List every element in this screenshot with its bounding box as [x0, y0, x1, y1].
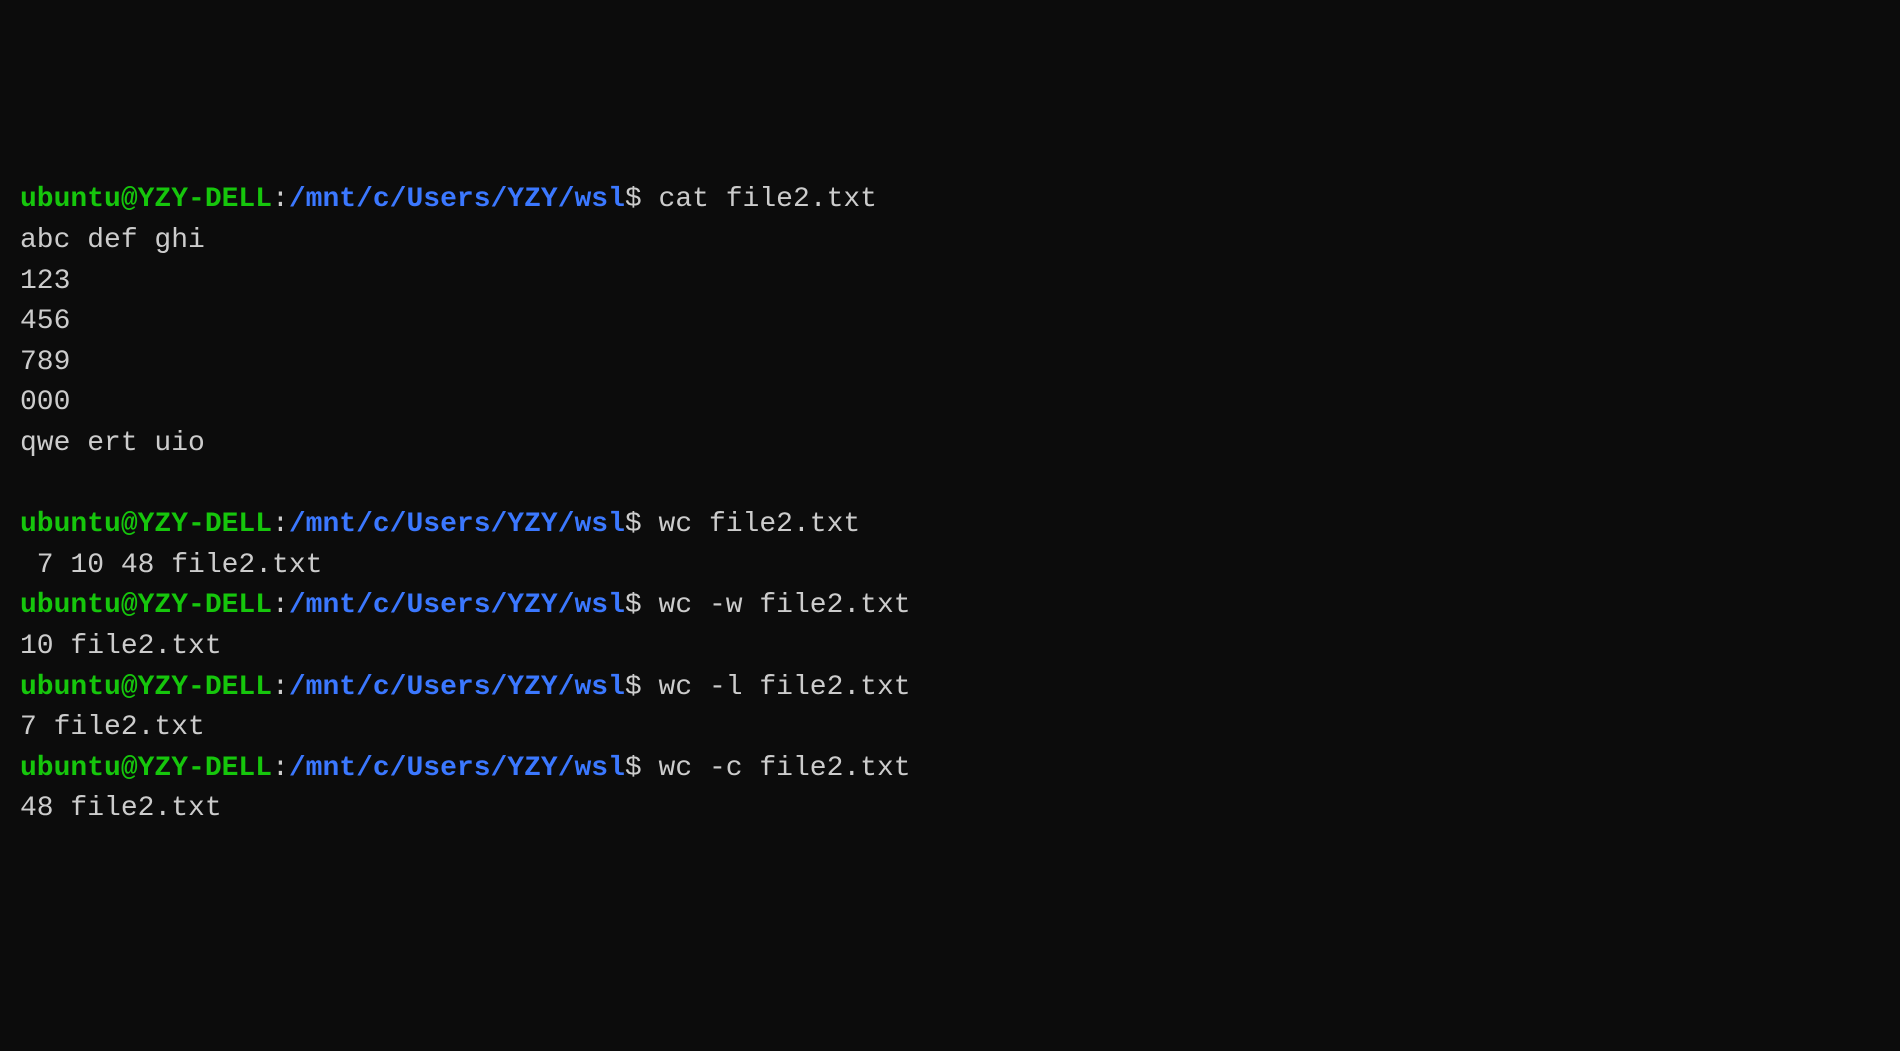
prompt-dollar: $ — [625, 672, 642, 703]
prompt-colon: : — [272, 672, 289, 703]
command-text: wc -w file2.txt — [642, 590, 911, 621]
prompt-path: /mnt/c/Users/YZY/wsl — [289, 590, 625, 621]
output-text: 456 — [20, 306, 70, 337]
terminal-line: 456 — [20, 302, 1880, 343]
command-text: wc file2.txt — [642, 509, 860, 540]
command-text: cat file2.txt — [642, 184, 877, 215]
prompt-dollar: $ — [625, 184, 642, 215]
command-text: wc -c file2.txt — [642, 753, 911, 784]
prompt-colon: : — [272, 184, 289, 215]
prompt-user-host: ubuntu@YZY-DELL — [20, 753, 272, 784]
output-text: 123 — [20, 266, 70, 297]
prompt-path: /mnt/c/Users/YZY/wsl — [289, 184, 625, 215]
terminal-output[interactable]: ubuntu@YZY-DELL:/mnt/c/Users/YZY/wsl$ ca… — [20, 180, 1880, 830]
output-text: qwe ert uio — [20, 428, 205, 459]
output-text: 789 — [20, 347, 70, 378]
prompt-user-host: ubuntu@YZY-DELL — [20, 509, 272, 540]
prompt-colon: : — [272, 590, 289, 621]
terminal-line: qwe ert uio — [20, 424, 1880, 465]
terminal-line: ubuntu@YZY-DELL:/mnt/c/Users/YZY/wsl$ wc… — [20, 668, 1880, 709]
terminal-line: abc def ghi — [20, 221, 1880, 262]
prompt-user-host: ubuntu@YZY-DELL — [20, 590, 272, 621]
prompt-colon: : — [272, 509, 289, 540]
prompt-dollar: $ — [625, 509, 642, 540]
output-text: 7 10 48 file2.txt — [20, 550, 322, 581]
terminal-line: 10 file2.txt — [20, 627, 1880, 668]
prompt-dollar: $ — [625, 753, 642, 784]
output-text: 000 — [20, 387, 70, 418]
terminal-line: ubuntu@YZY-DELL:/mnt/c/Users/YZY/wsl$ wc… — [20, 749, 1880, 790]
prompt-colon: : — [272, 753, 289, 784]
terminal-line: 789 — [20, 343, 1880, 384]
prompt-path: /mnt/c/Users/YZY/wsl — [289, 672, 625, 703]
output-text: 10 file2.txt — [20, 631, 222, 662]
prompt-path: /mnt/c/Users/YZY/wsl — [289, 509, 625, 540]
output-text: abc def ghi — [20, 225, 205, 256]
output-text: 48 file2.txt — [20, 793, 222, 824]
terminal-line: 48 file2.txt — [20, 789, 1880, 830]
terminal-line: ubuntu@YZY-DELL:/mnt/c/Users/YZY/wsl$ wc… — [20, 586, 1880, 627]
output-text: 7 file2.txt — [20, 712, 205, 743]
terminal-line — [20, 465, 1880, 506]
command-text: wc -l file2.txt — [642, 672, 911, 703]
prompt-user-host: ubuntu@YZY-DELL — [20, 672, 272, 703]
prompt-dollar: $ — [625, 590, 642, 621]
terminal-line: 7 file2.txt — [20, 708, 1880, 749]
terminal-line: ubuntu@YZY-DELL:/mnt/c/Users/YZY/wsl$ wc… — [20, 505, 1880, 546]
terminal-line: ubuntu@YZY-DELL:/mnt/c/Users/YZY/wsl$ ca… — [20, 180, 1880, 221]
terminal-line: 000 — [20, 383, 1880, 424]
prompt-path: /mnt/c/Users/YZY/wsl — [289, 753, 625, 784]
output-text — [20, 469, 37, 500]
prompt-user-host: ubuntu@YZY-DELL — [20, 184, 272, 215]
terminal-line: 7 10 48 file2.txt — [20, 546, 1880, 587]
terminal-line: 123 — [20, 262, 1880, 303]
